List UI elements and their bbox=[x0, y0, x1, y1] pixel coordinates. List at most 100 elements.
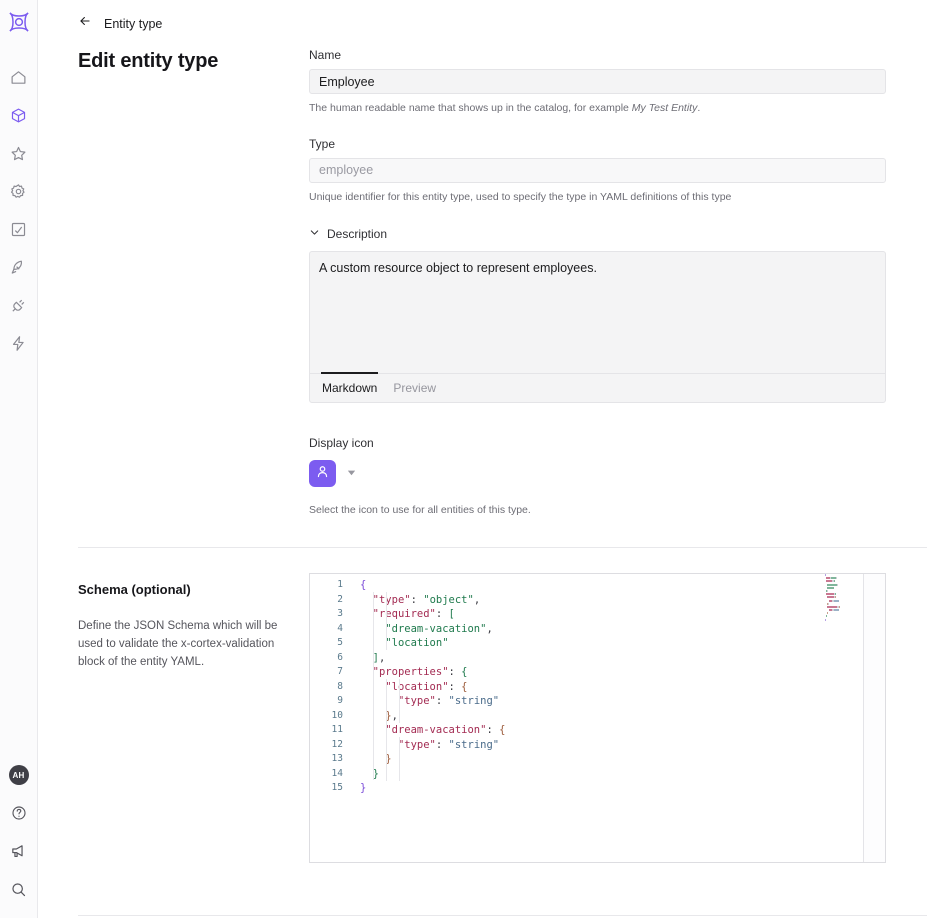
display-icon-help-text: Select the icon to use for all entities … bbox=[309, 504, 531, 517]
type-label: Type bbox=[309, 136, 336, 151]
description-tabs: Markdown Preview bbox=[310, 372, 885, 402]
sidebar-item-settings[interactable] bbox=[0, 172, 38, 210]
name-help-prefix: The human readable name that shows up in… bbox=[309, 102, 632, 114]
minimap-line bbox=[825, 583, 863, 586]
description-editor: A custom resource object to represent em… bbox=[309, 251, 886, 404]
type-input-placeholder: employee bbox=[319, 163, 374, 178]
editor-line-number: 5 bbox=[337, 637, 343, 648]
entity-type-edit-page: AH Entity type Edit entity type Name Emp… bbox=[0, 0, 939, 918]
sidebar-item-help[interactable] bbox=[0, 794, 38, 832]
breadcrumb-label: Entity type bbox=[104, 16, 163, 31]
display-icon-group: Display icon Select the icon to use for … bbox=[309, 436, 886, 518]
page-title: Edit entity type bbox=[78, 50, 219, 72]
editor-line-number: 9 bbox=[337, 695, 343, 706]
display-icon-swatch[interactable] bbox=[309, 460, 336, 488]
editor-line-number: 2 bbox=[337, 593, 343, 605]
sidebar-item-announcements[interactable] bbox=[0, 832, 38, 870]
editor-line-number: 15 bbox=[331, 782, 343, 793]
minimap-line bbox=[825, 612, 863, 615]
editor-line-number: 6 bbox=[337, 651, 343, 663]
name-input[interactable]: Employee bbox=[309, 69, 886, 94]
type-input[interactable]: employee bbox=[309, 157, 886, 183]
minimap-line bbox=[825, 618, 863, 621]
schema-title: Schema (optional) bbox=[78, 582, 191, 597]
description-label: Description bbox=[327, 227, 388, 242]
person-icon bbox=[315, 464, 330, 484]
sidebar-item-favorites[interactable] bbox=[0, 134, 38, 172]
main-content: Entity type Edit entity type Name Employ… bbox=[38, 0, 939, 918]
sidebar-item-initiatives[interactable] bbox=[0, 248, 38, 286]
minimap-line bbox=[825, 615, 863, 618]
editor-code-line: "properties": { bbox=[372, 666, 468, 678]
editor-line-number: 12 bbox=[331, 738, 343, 750]
editor-line-number: 13 bbox=[331, 753, 343, 764]
display-icon-row bbox=[309, 460, 886, 488]
entity-type-form: Name Employee The human readable name th… bbox=[309, 48, 886, 518]
editor-code-lines: { "type": "object", "required": [ "dream… bbox=[349, 578, 885, 796]
minimap-line bbox=[825, 580, 863, 583]
tab-markdown[interactable]: Markdown bbox=[320, 372, 379, 395]
minimap-line bbox=[825, 586, 863, 589]
app-sidebar: AH bbox=[0, 0, 38, 918]
editor-code-line: "location" bbox=[385, 637, 449, 649]
breadcrumb[interactable]: Entity type bbox=[78, 14, 162, 33]
editor-code-line: "location": { bbox=[385, 680, 468, 693]
display-icon-label: Display icon bbox=[309, 436, 374, 451]
editor-code-line: }, bbox=[385, 709, 398, 722]
minimap-line bbox=[825, 589, 863, 592]
editor-code-line: "type": "object", bbox=[372, 593, 481, 606]
sidebar-item-user-avatar[interactable]: AH bbox=[0, 756, 38, 794]
type-field-group: Type employee Unique identifier for this… bbox=[309, 137, 886, 205]
avatar: AH bbox=[8, 765, 29, 785]
minimap-line bbox=[825, 574, 863, 576]
sidebar-item-search[interactable] bbox=[0, 870, 38, 908]
schema-description: Define the JSON Schema which will be use… bbox=[78, 620, 278, 668]
name-input-value: Employee bbox=[319, 74, 375, 89]
sidebar-item-home[interactable] bbox=[0, 58, 38, 96]
caret-down-icon bbox=[346, 465, 357, 483]
editor-line-number: 14 bbox=[331, 767, 343, 779]
minimap-line bbox=[825, 602, 863, 605]
section-divider-bottom bbox=[78, 915, 927, 916]
tab-preview[interactable]: Preview bbox=[393, 381, 436, 395]
editor-code-line: } bbox=[360, 782, 367, 794]
editor-code-line: ], bbox=[372, 651, 386, 664]
app-logo[interactable] bbox=[0, 0, 38, 44]
editor-code-line: "required": [ bbox=[372, 608, 455, 620]
editor-line-number: 8 bbox=[337, 680, 343, 692]
editor-code-line: } bbox=[372, 767, 379, 780]
editor-code-line: { bbox=[360, 579, 367, 591]
name-label: Name bbox=[309, 48, 342, 62]
editor-code-line: "type": "string" bbox=[397, 738, 500, 751]
description-toggle[interactable]: Description bbox=[309, 225, 886, 243]
sidebar-item-actions[interactable] bbox=[0, 324, 38, 362]
sidebar-item-catalog[interactable] bbox=[0, 96, 38, 134]
description-field-group: Description A custom resource object to … bbox=[309, 225, 886, 404]
arrow-left-icon bbox=[78, 14, 92, 33]
minimap-line bbox=[825, 609, 863, 612]
editor-code-line: "dream-vacation", bbox=[385, 622, 493, 635]
minimap-line bbox=[825, 605, 863, 608]
sidebar-item-integrations[interactable] bbox=[0, 286, 38, 324]
sidebar-item-scorecards[interactable] bbox=[0, 210, 38, 248]
name-help-example: My Test Entity bbox=[631, 102, 698, 114]
editor-scrollbar[interactable] bbox=[863, 574, 885, 862]
editor-line-number: 7 bbox=[337, 666, 343, 677]
chevron-down-icon bbox=[309, 225, 320, 243]
editor-line-number: 11 bbox=[331, 724, 343, 735]
display-icon-dropdown[interactable] bbox=[346, 465, 357, 483]
sidebar-nav-bottom: AH bbox=[0, 756, 38, 908]
editor-code-area[interactable]: { "type": "object", "required": [ "dream… bbox=[349, 574, 885, 862]
minimap-line bbox=[825, 596, 863, 599]
minimap-line bbox=[825, 599, 863, 602]
name-help-text: The human readable name that shows up in… bbox=[309, 101, 886, 116]
section-divider-top bbox=[78, 547, 927, 548]
editor-line-numbers: 1 2 3 4 5 6 7 8 9 10 11 12 13 14 15 bbox=[310, 574, 349, 862]
editor-minimap[interactable] bbox=[825, 574, 863, 862]
editor-code-line: } bbox=[385, 753, 392, 765]
editor-code-line: "dream-vacation": { bbox=[385, 724, 506, 736]
editor-code-line: "type": "string" bbox=[397, 695, 500, 707]
type-help-text: Unique identifier for this entity type, … bbox=[309, 190, 732, 203]
description-textarea[interactable]: A custom resource object to represent em… bbox=[310, 252, 885, 373]
schema-code-editor[interactable]: 1 2 3 4 5 6 7 8 9 10 11 12 13 14 15 { "type": "object"… bbox=[309, 573, 886, 863]
